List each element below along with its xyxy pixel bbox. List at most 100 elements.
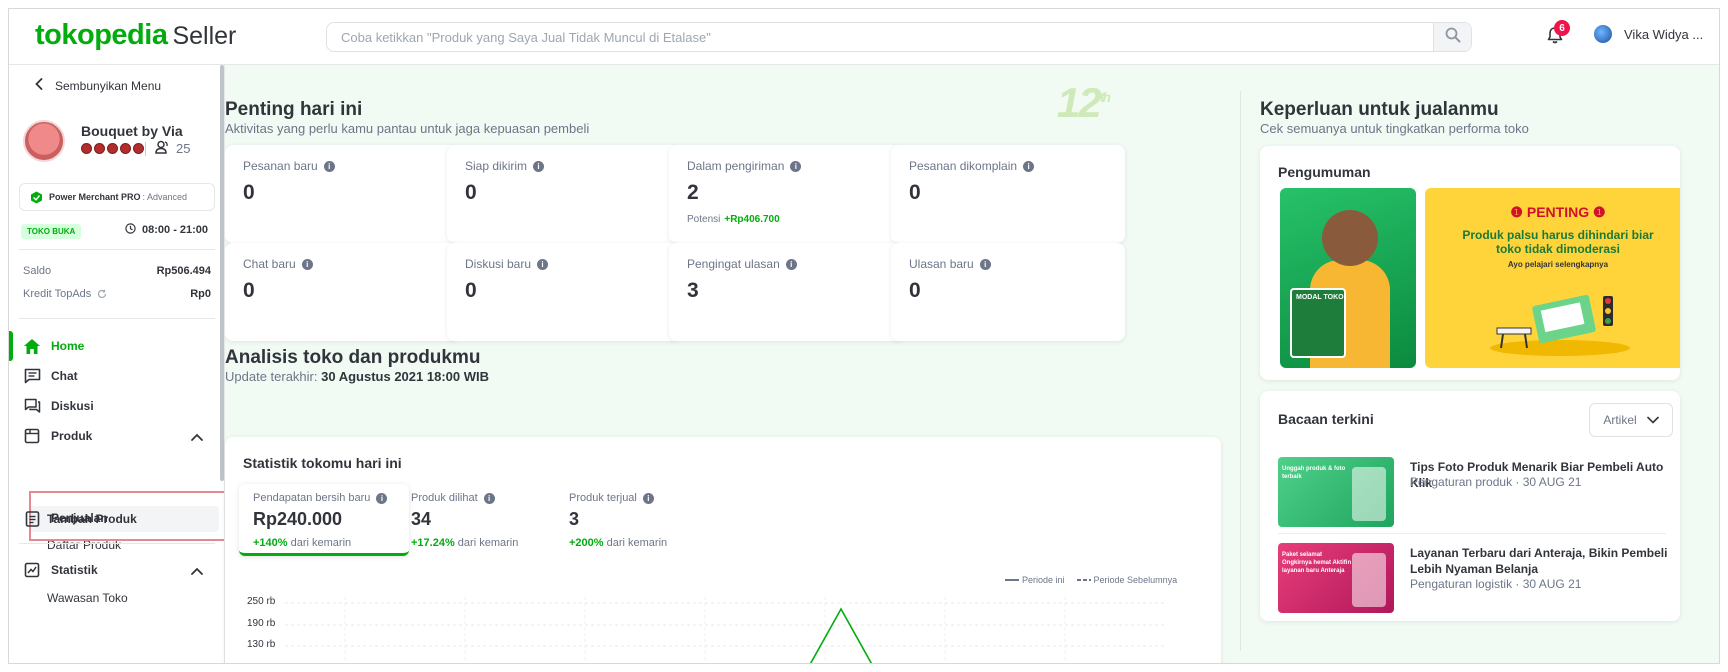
banner-person-head: [1322, 210, 1378, 266]
metric-label: Pendapatan bersih baru i: [253, 492, 395, 504]
statistik-card: Statistik tokomu hari ini Pendapatan ber…: [225, 437, 1221, 663]
article-divider: [1278, 533, 1666, 534]
metric-change-suffix: dari kemarin: [290, 537, 352, 549]
article-item[interactable]: Paket selamat Ongkirnya hemat Aktifin la…: [1278, 543, 1674, 615]
sidebar-item-statistik[interactable]: Statistik: [9, 555, 219, 585]
article-title[interactable]: Layanan Terbaru dari Anteraja, Bikin Pem…: [1410, 545, 1686, 577]
banner-penting-title-text: PENTING: [1526, 204, 1590, 220]
stat-card-potential: Potensi +Rp406.700: [687, 214, 885, 225]
y-tick-label: 190 rb: [247, 618, 276, 629]
stat-card-label-text: Chat baru: [243, 257, 296, 271]
banner-stall-label: MODAL TOKO: [1296, 294, 1344, 301]
stat-card[interactable]: Diskusi baru i 0: [447, 243, 681, 341]
info-icon[interactable]: i: [323, 160, 335, 172]
sidebar-item-penjualan[interactable]: Penjualan: [9, 503, 219, 533]
info-icon[interactable]: i: [785, 258, 797, 270]
announcement-heading: Pengumuman: [1278, 164, 1371, 180]
announcement-banner-modal-toko[interactable]: MODAL TOKO: [1280, 188, 1416, 368]
info-icon[interactable]: i: [1023, 160, 1035, 172]
stat-card-label: Diskusi baru i: [465, 257, 663, 271]
info-icon[interactable]: i: [483, 492, 495, 504]
stat-card-label: Siap dikirim i: [465, 159, 663, 173]
banner-penting-text: Produk palsu harus dihindari biar toko t…: [1462, 228, 1654, 256]
sales-clipboard-icon: [23, 509, 41, 527]
chevron-up-icon[interactable]: [191, 564, 203, 578]
stat-card-label-text: Diskusi baru: [465, 257, 532, 271]
stat-card[interactable]: Siap dikirim i 0: [447, 145, 681, 243]
banner-illustration: [1490, 294, 1630, 356]
stat-card[interactable]: Pesanan baru i 0: [225, 145, 459, 243]
statistik-metric-tab[interactable]: Pendapatan bersih baru i Rp240.000 +140% da…: [239, 484, 409, 556]
y-tick-label: 250 rb: [247, 596, 276, 607]
stat-card-label: Dalam pengiriman i: [687, 159, 885, 173]
article-filter-dropdown[interactable]: Artikel: [1589, 403, 1673, 437]
info-icon[interactable]: i: [790, 160, 802, 172]
stat-card-potential-value: +Rp406.700: [724, 214, 780, 225]
stat-card-label: Pesanan dikomplain i: [909, 159, 1107, 173]
banner-penting-title: ❶ PENTING ❶: [1425, 204, 1680, 221]
info-icon[interactable]: i: [301, 258, 313, 270]
sidebar-item-label: Statistik: [51, 563, 98, 577]
sidebar-subitem-wawasan-toko[interactable]: Wawasan Toko: [29, 585, 219, 611]
metric-label-text: Produk terjual: [569, 492, 637, 504]
logo-sub-text: Seller: [172, 22, 237, 50]
statistik-metric-tab[interactable]: Produk dilihat i 34 +17.24% dari kemarin: [397, 484, 567, 556]
metric-label-text: Pendapatan bersih baru: [253, 492, 371, 504]
stat-card-label-text: Pesanan dikomplain: [909, 159, 1018, 173]
metric-label: Produk terjual i: [569, 492, 711, 504]
metric-value: 3: [569, 509, 580, 529]
announcement-banner-penting[interactable]: ❶ PENTING ❶ Produk palsu harus dihindari…: [1425, 188, 1680, 368]
info-icon[interactable]: i: [376, 492, 388, 504]
user-menu[interactable]: Vika Widya ...: [1594, 25, 1703, 43]
article-item[interactable]: Unggah produk & foto terbaik Tips Foto P…: [1278, 457, 1674, 529]
analisis-update-value: 30 Agustus 2021 18:00 WIB: [321, 369, 489, 384]
article-thumbnail: Unggah produk & foto terbaik: [1278, 457, 1394, 527]
info-icon[interactable]: i: [979, 258, 991, 270]
search-bar: [326, 22, 1472, 52]
legend-dashed-line: [1076, 579, 1091, 581]
stat-card-potential-label: Potensi: [687, 214, 721, 225]
reading-card: Bacaan terkini Artikel Unggah produk & f…: [1260, 391, 1680, 621]
stat-card-label-text: Pesanan baru: [243, 159, 318, 173]
stat-card[interactable]: Pengingat ulasan i 3: [669, 243, 903, 341]
sidebar-subitem-label: Wawasan Toko: [47, 591, 128, 605]
legend-solid-line: [1005, 579, 1019, 581]
stat-card[interactable]: Chat baru i 0: [225, 243, 459, 341]
logo-main-text: tokopedia: [35, 19, 168, 51]
statistik-metric-tab[interactable]: Produk terjual i 3 +200% dari kemarin: [555, 484, 725, 556]
metric-change-suffix: dari kemarin: [606, 537, 668, 549]
metric-change-value: +140%: [253, 537, 288, 549]
analisis-update: Update terakhir: 30 Agustus 2021 18:00 W…: [225, 369, 489, 384]
user-avatar: [1594, 25, 1612, 43]
stat-card-label: Pengingat ulasan i: [687, 257, 885, 271]
stat-card[interactable]: Pesanan dikomplain i 0: [891, 145, 1125, 243]
stat-card[interactable]: Ulasan baru i 0: [891, 243, 1125, 341]
metric-change: +200% dari kemarin: [569, 537, 711, 549]
info-icon[interactable]: i: [533, 160, 545, 172]
y-tick-label: 130 rb: [247, 639, 276, 650]
stat-card-label-text: Dalam pengiriman: [687, 159, 785, 173]
search-input[interactable]: [327, 23, 1427, 51]
stat-card-value: 0: [465, 181, 477, 204]
stat-card-label: Ulasan baru i: [909, 257, 1107, 271]
chart-gridlines: [285, 602, 1165, 647]
article-thumbnail: Paket selamat Ongkirnya hemat Aktifin la…: [1278, 543, 1394, 613]
sidebar-lower-nav: Penjualan Statistik Wawasan Toko: [9, 65, 225, 663]
chart-legend: Periode ini Periode Sebelumnya: [1005, 575, 1177, 585]
banner-penting-cta: Ayo pelajari selengkapnya: [1507, 260, 1609, 269]
search-button[interactable]: [1433, 23, 1471, 51]
keperluan-subtitle: Cek semuanya untuk tingkatkan performa t…: [1260, 121, 1529, 136]
info-icon[interactable]: i: [537, 258, 549, 270]
analisis-title: Analisis toko dan produkmu: [225, 347, 481, 368]
stat-card[interactable]: Dalam pengiriman i 2 Potensi +Rp406.700: [669, 145, 903, 243]
thumbnail-figure: [1352, 467, 1386, 521]
stat-card-value: 0: [243, 181, 255, 204]
anniversary-number: 12: [1057, 79, 1102, 126]
info-icon[interactable]: i: [642, 492, 654, 504]
stat-card-label: Pesanan baru i: [243, 159, 441, 173]
tokopedia-seller-logo[interactable]: tokopedia Seller: [35, 19, 236, 52]
app-frame: tokopedia Seller 6 Vika Widya ...: [8, 8, 1720, 664]
reading-heading: Bacaan terkini: [1278, 411, 1374, 427]
article-thumbnail-text: Paket selamat Ongkirnya hemat Aktifin la…: [1282, 552, 1352, 574]
metric-value: 34: [411, 509, 432, 529]
